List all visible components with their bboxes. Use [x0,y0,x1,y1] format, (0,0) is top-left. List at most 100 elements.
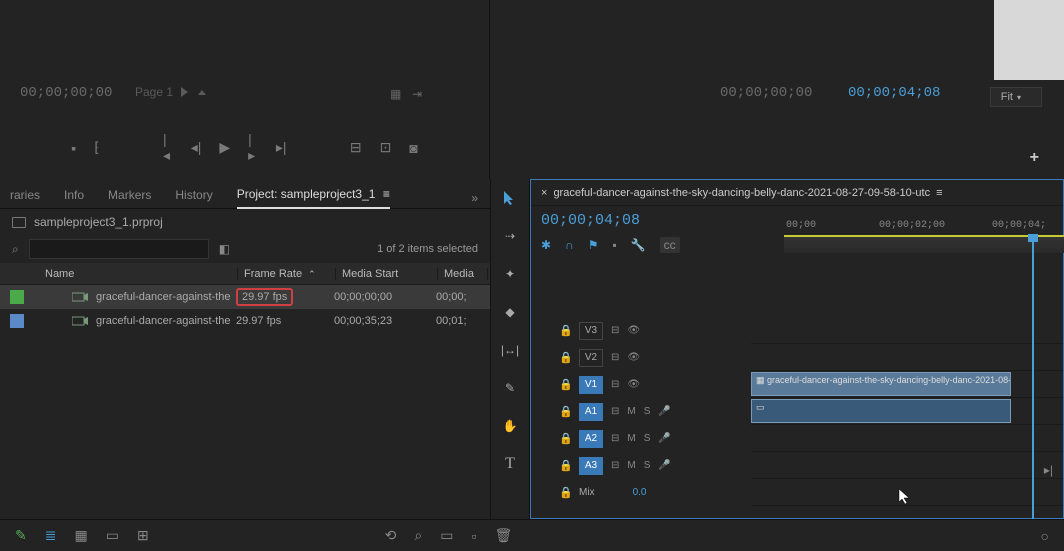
crop-icon[interactable]: ▦ [390,87,401,101]
sync-lock-icon[interactable]: ⊟ [611,433,619,444]
new-bin-icon[interactable]: ▭ [440,527,453,544]
program-timecode-in[interactable]: 00;00;00;00 [720,85,812,101]
tab-menu-icon[interactable]: ≡ [383,187,390,201]
timeline-ruler[interactable]: 00;00 00;00;02;00 00;00;04; [784,220,1064,255]
automate-icon[interactable]: ⟲ [385,527,397,544]
project-list-row[interactable]: graceful-dancer-against-the29.97 fps00;0… [0,309,490,333]
solo-toggle[interactable]: S [644,460,651,471]
marker-add-icon[interactable]: ⚑ [588,238,599,252]
snap-icon[interactable]: ✱ [541,238,551,252]
col-media-end[interactable]: Media [438,268,488,280]
mic-icon[interactable]: 🎤 [658,406,670,417]
col-media-start[interactable]: Media Start [336,268,438,280]
sync-lock-icon[interactable]: ⊟ [611,406,619,417]
tab-info[interactable]: Info [64,188,84,208]
filter-icon[interactable]: ◧ [219,242,230,256]
program-timecode-current[interactable]: 00;00;04;08 [848,85,940,101]
play-icon[interactable]: ▶ [219,139,230,156]
video-clip[interactable]: ▦ graceful-dancer-against-the-sky-dancin… [751,372,1011,396]
trash-icon[interactable]: 🗑 [494,527,512,544]
sequence-name[interactable]: graceful-dancer-against-the-sky-dancing-… [553,187,930,199]
tab-libraries[interactable]: raries [10,188,40,208]
page-selector[interactable]: Page 1 [135,85,206,99]
in-point-icon[interactable]: ⁅ [94,139,99,156]
lock-icon[interactable]: 🔒 [559,405,571,418]
mic-icon[interactable]: 🎤 [658,460,670,471]
mix-value[interactable]: 0.0 [633,487,647,498]
add-button[interactable]: + [1030,149,1039,167]
go-to-in-icon[interactable]: |◂ [163,131,173,164]
sync-lock-icon[interactable]: ⊟ [611,379,619,390]
playhead[interactable] [1028,234,1038,242]
tab-project[interactable]: Project: sampleproject3_1 ≡ [237,187,390,209]
icon-view-icon[interactable]: ▦ [74,527,87,544]
marker-icon[interactable]: ▪ [71,140,76,156]
sync-lock-icon[interactable]: ⊟ [611,325,619,336]
track-select-tool-icon[interactable]: ⇢ [499,225,521,247]
razor-tool-icon[interactable]: ◆ [499,301,521,323]
mute-toggle[interactable]: M [627,460,635,471]
eye-icon[interactable]: 👁 [627,352,640,363]
linked-selection-icon[interactable]: ∩ [565,238,574,252]
track-v3[interactable]: 🔒V3⊟👁 [531,317,751,344]
solo-toggle[interactable]: S [644,433,651,444]
col-name[interactable]: Name [0,268,238,280]
mute-toggle[interactable]: M [627,406,635,417]
insert-icon[interactable]: ⊟ [350,139,362,156]
tab-history[interactable]: History [175,188,212,208]
solo-toggle[interactable]: S [644,406,651,417]
mic-icon[interactable]: 🎤 [658,433,670,444]
lock-icon[interactable]: 🔒 [559,459,571,472]
ripple-edit-tool-icon[interactable]: ✦ [499,263,521,285]
hand-tool-icon[interactable]: ✋ [499,415,521,437]
track-a1[interactable]: 🔒A1⊟MS🎤 [531,398,751,425]
seq-menu-icon[interactable]: ≡ [936,187,942,199]
close-seq-icon[interactable]: × [541,187,547,199]
audio-clip[interactable]: ▭ [751,399,1011,423]
tab-markers[interactable]: Markers [108,188,151,208]
sync-lock-icon[interactable]: ⊟ [611,460,619,471]
timeline-timecode[interactable]: 00;00;04;08 [541,212,640,229]
list-view-icon[interactable]: ≣ [45,527,57,544]
track-a3[interactable]: 🔒A3⊟MS🎤 [531,452,751,479]
track-v2[interactable]: 🔒V2⊟👁 [531,344,751,371]
export-frame-icon[interactable]: ◙ [409,140,417,156]
sync-lock-icon[interactable]: ⊟ [611,352,619,363]
project-list-row[interactable]: graceful-dancer-against-the29.97 fps00;0… [0,285,490,309]
track-mix[interactable]: 🔒Mix0.0 [531,479,751,506]
selection-tool-icon[interactable] [499,187,521,209]
eye-icon[interactable]: 👁 [627,325,640,336]
timeline-bottom-icon[interactable]: ○ [1041,528,1049,544]
cc-icon[interactable]: cc [660,237,680,253]
mute-toggle[interactable]: M [627,433,635,444]
lock-icon[interactable]: 🔒 [559,486,571,499]
lock-icon[interactable]: 🔒 [559,351,571,364]
timeline-settings-icon[interactable]: 🔧 [631,238,646,252]
settings-icon[interactable]: ⇥ [412,87,422,101]
go-to-out-icon[interactable]: ▸| [276,139,287,156]
lock-icon[interactable]: 🔒 [559,378,571,391]
new-item-icon[interactable]: ✎ [15,527,27,544]
lock-icon[interactable]: 🔒 [559,432,571,445]
track-content[interactable]: ▦ graceful-dancer-against-the-sky-dancin… [751,259,1063,518]
eye-icon[interactable]: 👁 [627,379,640,390]
type-tool-icon[interactable]: T [499,453,521,475]
slip-tool-icon[interactable]: |↔| [499,339,521,361]
timeline-marker-icon[interactable]: ▪ [612,238,616,252]
sort-icon[interactable]: ⊞ [137,527,149,544]
step-back-icon[interactable]: ◂| [191,139,202,156]
track-v1[interactable]: 🔒V1⊟👁 [531,371,751,398]
lock-icon[interactable]: 🔒 [559,324,571,337]
freeform-view-icon[interactable]: ▭ [106,527,119,544]
search-input[interactable] [29,239,209,259]
col-framerate[interactable]: Frame Rate⌃ [238,268,336,280]
track-a2[interactable]: 🔒A2⊟MS🎤 [531,425,751,452]
overwrite-icon[interactable]: ⊡ [380,139,392,156]
pen-tool-icon[interactable]: ✎ [499,377,521,399]
source-timecode[interactable]: 00;00;00;00 [20,85,112,101]
label-color-chip[interactable] [10,314,24,328]
step-fwd-icon[interactable]: |▸ [248,131,258,164]
zoom-fit-dropdown[interactable]: Fit [990,87,1042,107]
label-color-chip[interactable] [10,290,24,304]
overflow-chevron-icon[interactable]: » [471,191,478,205]
